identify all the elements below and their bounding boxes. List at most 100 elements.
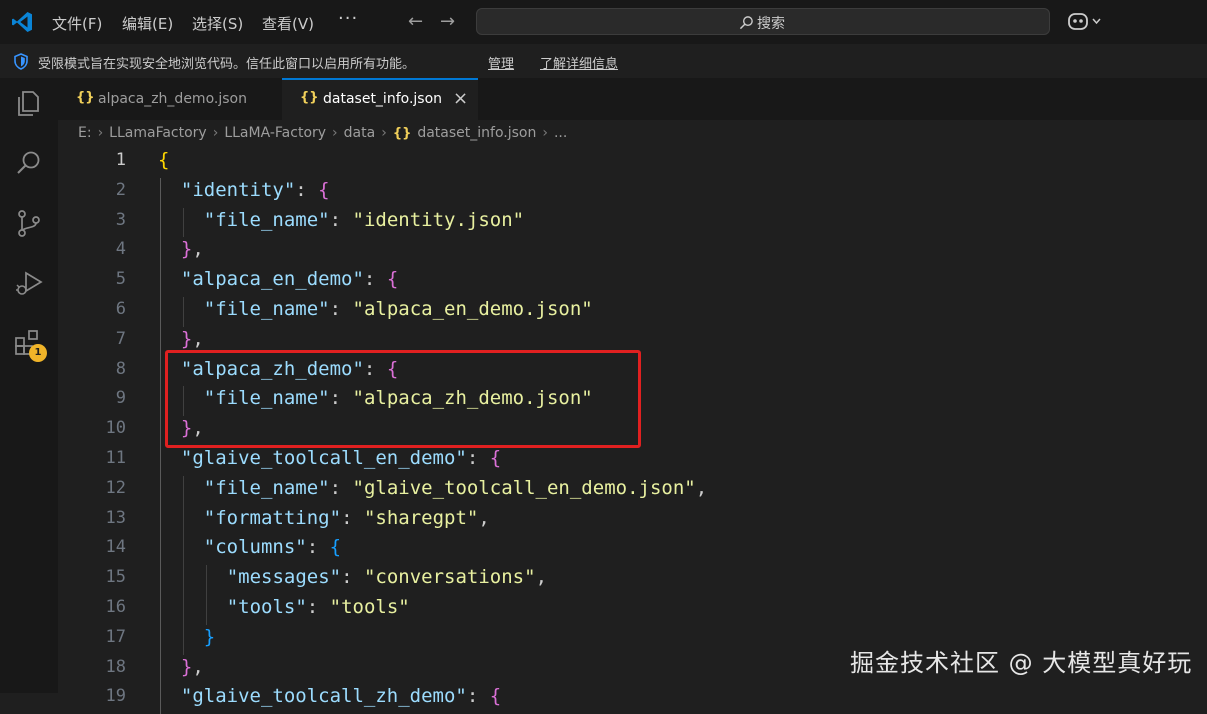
- code-token: :: [466, 447, 490, 469]
- menu-view[interactable]: 查看(V): [262, 13, 314, 34]
- copilot-icon[interactable]: [1067, 11, 1103, 33]
- code-text: "tools": "tools": [227, 596, 410, 618]
- code-text: },: [181, 656, 204, 678]
- vscode-logo-icon: [12, 12, 32, 32]
- code-text: "file_name": "identity.json": [204, 209, 524, 231]
- code-text: "file_name": "glaive_toolcall_en_demo.js…: [204, 477, 707, 499]
- command-center-search[interactable]: 搜索: [476, 8, 1050, 35]
- indent-guide: [160, 177, 161, 714]
- line-number: 8: [115, 358, 126, 379]
- line-number: 16: [105, 597, 126, 617]
- indent-guide: [205, 565, 207, 625]
- menu-edit[interactable]: 编辑(E): [122, 13, 173, 34]
- code-line: 11 "glaive_toolcall_en_demo": {: [58, 446, 1207, 476]
- code-text: "glaive_toolcall_en_demo": {: [181, 447, 501, 469]
- line-number: 18: [105, 656, 126, 677]
- run-debug-icon[interactable]: [14, 268, 44, 298]
- chevron-right-icon: ›: [212, 125, 219, 141]
- more-menus-button[interactable]: ···: [338, 8, 358, 29]
- line-number: 17: [105, 626, 126, 647]
- code-line: 12 "file_name": "glaive_toolcall_en_demo.…: [58, 476, 1207, 506]
- close-icon[interactable]: ×: [453, 88, 468, 109]
- line-number: 6: [115, 299, 126, 319]
- code-text: "glaive_toolcall_zh_demo": {: [181, 685, 501, 707]
- forward-arrow-icon[interactable]: →: [440, 11, 455, 32]
- code-text: "columns": {: [204, 536, 341, 558]
- code-token: :: [363, 268, 387, 291]
- code-token: "glaive_toolcall_en_demo.json": [352, 476, 696, 499]
- code-token: "alpaca_en_demo.json": [352, 298, 593, 320]
- back-arrow-icon[interactable]: ←: [408, 11, 423, 32]
- json-file-icon: {}: [300, 90, 319, 105]
- code-token: "tools": [226, 596, 307, 618]
- code-text: "identity": {: [181, 179, 330, 201]
- breadcrumb-ellipsis[interactable]: ...: [554, 125, 567, 141]
- code-token: ,: [478, 506, 490, 529]
- code-token: {: [386, 268, 399, 291]
- code-text: }: [204, 626, 215, 648]
- tab-alpaca-zh-demo[interactable]: {} alpaca_zh_demo.json: [58, 78, 282, 120]
- code-token: :: [466, 685, 490, 708]
- restricted-mode-banner: 受限模式旨在实现安全地浏览代码。信任此窗口以启用所有功能。 管理 了解详细信息: [0, 44, 1207, 79]
- watermark: 掘金技术社区 @ 大模型真好玩: [850, 649, 1193, 677]
- code-token: "file_name": [203, 298, 330, 320]
- code-line: 5 "alpaca_en_demo": {: [58, 267, 1207, 297]
- line-number: 19: [105, 686, 126, 707]
- breadcrumb-item[interactable]: data: [344, 125, 376, 141]
- line-number: 14: [105, 537, 126, 558]
- indent-guide: [182, 475, 184, 655]
- code-text: },: [181, 238, 204, 260]
- indent-guide: [182, 207, 184, 238]
- breadcrumb-file[interactable]: dataset_info.json: [417, 125, 536, 141]
- restricted-mode-message: 受限模式旨在实现安全地浏览代码。信任此窗口以启用所有功能。: [38, 57, 416, 72]
- json-file-icon: {}: [392, 126, 412, 141]
- code-token: ,: [535, 566, 548, 589]
- code-text: "alpaca_en_demo": {: [181, 268, 398, 290]
- line-number: 13: [105, 507, 126, 528]
- search-label-wrap: 搜索: [739, 13, 785, 33]
- line-number: 4: [115, 239, 126, 260]
- chevron-right-icon: ›: [381, 125, 387, 141]
- code-token: }: [180, 655, 193, 678]
- indent-guide: [182, 297, 184, 327]
- code-token: "glaive_toolcall_zh_demo": [180, 685, 467, 708]
- code-line: 19 "glaive_toolcall_zh_demo": {: [58, 684, 1207, 714]
- breadcrumb: E: › LLamaFactory › LLaMA-Factory › data › {} dat…: [78, 125, 567, 141]
- code-token: "file_name": [203, 476, 330, 499]
- search-placeholder: 搜索: [757, 16, 785, 32]
- code-token: "formatting": [203, 506, 342, 529]
- code-line: 14 "columns": {: [58, 535, 1207, 565]
- line-number: 7: [115, 328, 126, 349]
- code-token: "messages": [226, 566, 342, 589]
- highlight-annotation-box: [165, 350, 641, 448]
- source-control-icon[interactable]: [14, 208, 44, 238]
- shield-icon: [14, 53, 28, 70]
- code-token: :: [341, 566, 364, 589]
- menu-selection[interactable]: 选择(S): [192, 13, 243, 34]
- manage-link[interactable]: 管理: [488, 53, 514, 72]
- code-token: {: [489, 685, 502, 708]
- search-sidebar-icon[interactable]: [14, 148, 44, 178]
- breadcrumb-item[interactable]: E:: [78, 125, 92, 141]
- breadcrumb-item[interactable]: LLamaFactory: [109, 125, 207, 141]
- extensions-badge: 1: [29, 344, 47, 362]
- chevron-right-icon: ›: [332, 125, 338, 141]
- menu-file[interactable]: 文件(F): [52, 13, 102, 34]
- learn-more-link[interactable]: 了解详细信息: [540, 53, 618, 72]
- line-number: 11: [105, 448, 126, 468]
- tab-label: alpaca_zh_demo.json: [98, 91, 247, 107]
- code-token: ,: [192, 238, 204, 261]
- explorer-icon[interactable]: [14, 88, 44, 118]
- code-token: :: [329, 298, 353, 320]
- code-token: "conversations": [363, 566, 536, 589]
- code-token: ,: [192, 655, 204, 678]
- code-token: "columns": [203, 536, 307, 559]
- line-number: 10: [105, 418, 126, 439]
- code-token: :: [306, 596, 330, 618]
- breadcrumb-item[interactable]: LLaMA-Factory: [224, 125, 326, 141]
- line-number: 5: [115, 269, 126, 290]
- code-text: "file_name": "alpaca_en_demo.json": [204, 298, 593, 320]
- code-line: 3 "file_name": "identity.json": [58, 208, 1207, 238]
- tab-dataset-info[interactable]: {} dataset_info.json ×: [282, 78, 478, 120]
- code-token: "alpaca_en_demo": [180, 268, 364, 291]
